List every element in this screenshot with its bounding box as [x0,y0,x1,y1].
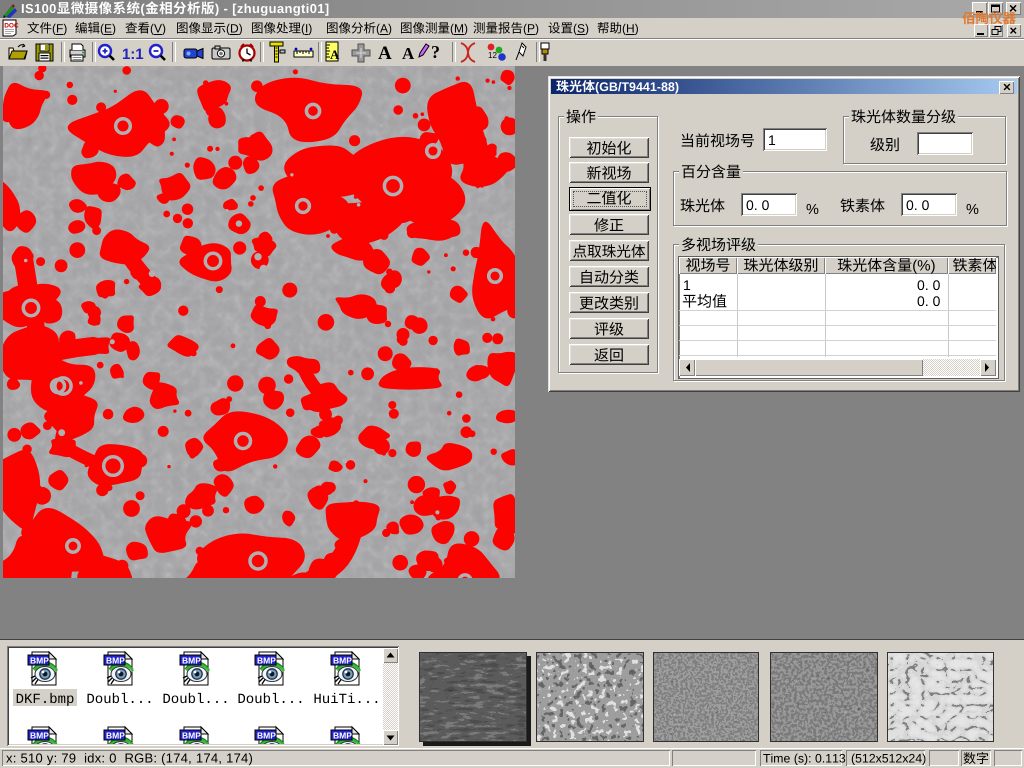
svg-text:A: A [378,43,392,64]
svg-text:DOC: DOC [4,23,19,30]
svg-text:?: ? [431,42,440,62]
svg-text:12: 12 [488,51,497,60]
svg-text:A: A [330,47,340,62]
svg-text:A: A [402,44,415,63]
